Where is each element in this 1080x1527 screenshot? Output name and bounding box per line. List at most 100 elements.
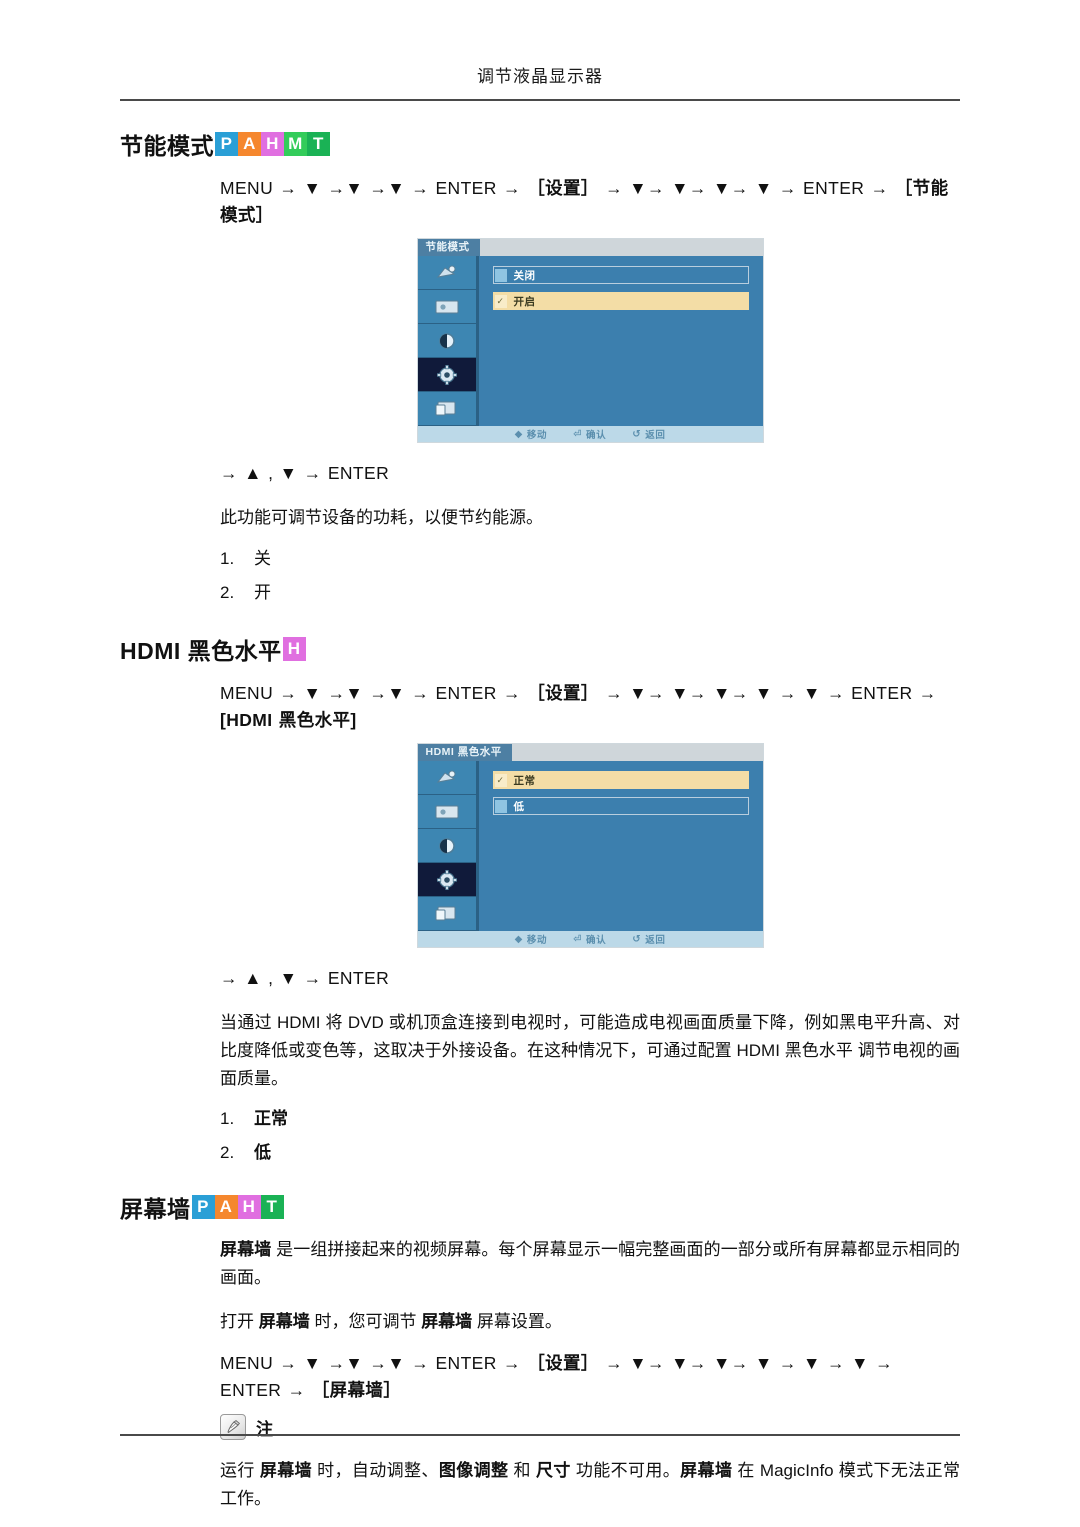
badge-a: A [238,132,261,156]
osd-footer-glyph: ⏎ [573,933,583,945]
checkbox-icon [494,799,507,813]
osd-titlebar: HDMI 黑色水平 [417,744,763,762]
contrast-circle-icon [438,838,455,854]
path-segment: MENU → ▼ →▼ →▼ → ENTER → [220,178,528,198]
osd-icon-multiscreen[interactable] [417,897,476,932]
video-wall-term: 屏幕墙 [220,1240,272,1260]
badge-h: H [237,1195,261,1220]
note-text-segment: 屏幕墙 [680,1461,733,1481]
list-item-value: 开 [254,583,271,602]
osd-footer-移动: ◆ 移动 [515,932,548,947]
list-item: 2. 低 [220,1142,960,1164]
note-block: 注 [220,1414,960,1441]
usage-mid: 时，您可调节 [309,1312,422,1332]
osd-option-unselected[interactable]: 低 [492,797,749,816]
note-text-segment: 图像调整 [438,1461,509,1481]
list-item-value: 正常 [254,1109,288,1129]
document-page: 调节液晶显示器 节能模式 PAHMT MENU → ▼ →▼ →▼ → ENTE… [0,0,1080,1527]
path-segment: → ▼→ ▼→ ▼→ ▼ → ▼ → ENTER → [598,683,937,704]
osd-footer-返回: ↺ 返回 [632,427,665,442]
osd-footer-glyph: ↺ [632,933,642,945]
osd-sidebar [417,256,479,427]
osd-footer-确认: ⏎ 确认 [573,427,606,442]
osd-icon-setup-selected[interactable] [417,863,476,898]
page-header: 调节液晶显示器 [477,67,603,86]
badge-p: P [215,132,238,156]
multi-screen-icon [435,401,455,416]
section-video-wall: 屏幕墙 PAHT 屏幕墙 是一组拼接起来的视频屏幕。每个屏幕显示一幅完整画面的一… [120,1190,960,1512]
osd-footer: ◆ 移动 ⏎ 确认 ↺ 返回 [417,931,763,948]
badge-h: H [261,132,284,156]
monitor-icon [435,805,458,819]
gear-icon [436,869,457,890]
hdmi-black-level-block: MENU → ▼ →▼ →▼ → ENTER → ［设置］ → ▼→ ▼→ ▼→… [220,680,960,1164]
osd-option-label: 关闭 [513,269,536,282]
section-hdmi-black-level: HDMI 黑色水平 H MENU → ▼ →▼ →▼ → ENTER → ［设置… [120,632,960,1164]
osd-icon-input[interactable] [417,256,476,291]
gear-icon [436,364,457,385]
badge-m: M [284,132,307,156]
checkbox-icon [494,268,507,282]
path-segment: → ▼→ ▼→ ▼→ ▼ → ENTER → [598,178,895,198]
usage-term-1: 屏幕墙 [258,1312,310,1332]
osd-option-selected[interactable]: ✓ 开启 [492,292,749,311]
note-text-segment: 尺寸 [535,1461,571,1481]
usage-pre: 打开 [220,1312,259,1332]
osd-option-list: 关闭 ✓ 开启 [479,256,763,426]
badge-t: T [260,1195,284,1220]
section-heading-video-wall: 屏幕墙 PAHT [120,1190,960,1224]
list-item-number: 1. [220,1109,235,1129]
list-item-number: 2. [220,583,235,602]
menu-path-video-wall: MENU → ▼ →▼ →▼ → ENTER → ［设置］ → ▼→ ▼→ ▼→… [220,1350,960,1404]
badge-a: A [214,1195,238,1220]
path-segment: [HDMI 黑色水平] [220,710,357,731]
osd-footer-确认: ⏎ 确认 [573,932,607,947]
osd-footer-glyph: ↺ [632,428,642,440]
osd-icon-contrast[interactable] [417,829,476,864]
badge-group-eco-mode: PAHMT [215,132,330,156]
list-item-number: 2. [220,1143,235,1163]
osd-footer-label: 移动 [526,430,548,442]
badge-h: H [282,637,306,662]
list-item-value: 低 [254,1143,271,1163]
satellite-icon [436,265,455,278]
usage-post: 屏幕设置。 [472,1312,562,1332]
osd-icon-contrast[interactable] [417,324,476,359]
options-list-eco-mode: 1. 关 2. 开 [220,548,960,604]
note-text-segment: 屏幕墙 [259,1461,313,1481]
osd-footer-移动: ◆ 移动 [515,427,548,442]
options-list-hdmi: 1. 正常 2. 低 [220,1108,960,1164]
badge-group-hdmi: H [282,637,306,662]
osd-option-label: 开启 [513,295,536,308]
badge-t: T [307,132,330,156]
menu-path-eco-mode: MENU → ▼ →▼ →▼ → ENTER → ［设置］ → ▼→ ▼→ ▼→… [220,175,960,229]
osd-footer-glyph: ⏎ [573,428,583,440]
header-rule [120,99,960,101]
osd-icon-picture[interactable] [417,795,476,830]
note-text-segment: 时，自动调整、 [312,1461,439,1481]
osd-option-list: ✓ 正常低 [479,761,763,931]
section-heading-eco-mode: 节能模式 PAHMT [120,127,960,161]
osd-footer-label: 确认 [586,935,607,947]
osd-icon-multiscreen[interactable] [417,392,476,427]
checkmark-icon: ✓ [494,773,507,787]
note-text-segment: 和 [508,1461,536,1481]
multi-screen-icon [435,906,455,921]
contrast-circle-icon [438,332,455,349]
osd-title: 节能模式 [417,239,480,257]
osd-option-selected[interactable]: ✓ 正常 [492,771,749,790]
section-eco-mode: 节能模式 PAHMT MENU → ▼ →▼ →▼ → ENTER → ［设置］… [120,127,960,604]
osd-icon-setup-selected[interactable] [417,358,476,393]
badge-p: P [191,1195,215,1220]
osd-icon-picture[interactable] [417,290,476,325]
path-segment: ［设置］ [527,1352,599,1373]
osd-titlebar: 节能模式 [417,239,763,257]
osd-sidebar [417,761,479,932]
list-item: 1. 关 [220,548,960,570]
section-heading-hdmi-black-level: HDMI 黑色水平 H [120,632,960,666]
osd-option-unselected[interactable]: 关闭 [492,266,749,285]
osd-icon-input[interactable] [417,761,476,796]
eco-mode-block: MENU → ▼ →▼ →▼ → ENTER → ［设置］ → ▼→ ▼→ ▼→… [220,175,960,604]
osd-body: ✓ 正常低 [417,761,763,932]
path-segment: ［屏幕墙］ [311,1379,402,1400]
